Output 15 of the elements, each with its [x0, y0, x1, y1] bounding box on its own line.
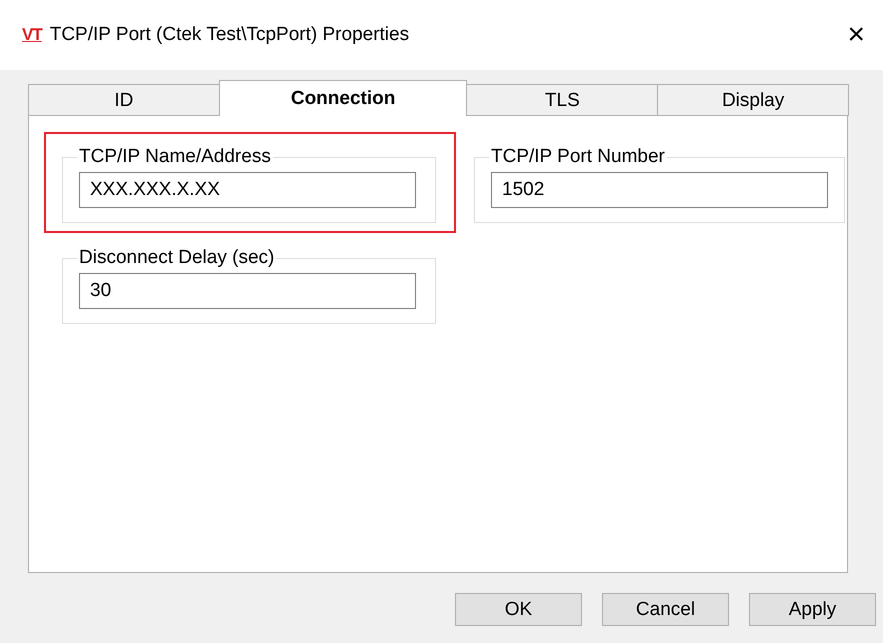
- dialog-button[interactable]: Apply: [749, 593, 876, 626]
- dialog-button[interactable]: Cancel: [602, 593, 729, 626]
- tab[interactable]: Connection: [218, 80, 468, 116]
- dialog-button[interactable]: OK: [455, 593, 582, 626]
- close-button[interactable]: ×: [843, 20, 869, 50]
- group-label: TCP/IP Name/Address: [78, 146, 272, 168]
- app-logo: VT: [22, 25, 42, 45]
- text-field[interactable]: XXX.XXX.X.XX: [79, 172, 416, 208]
- window-title: TCP/IP Port (Ctek Test\TcpPort) Properties: [50, 24, 410, 46]
- group-label: TCP/IP Port Number: [490, 146, 666, 168]
- text-field[interactable]: 1502: [491, 172, 828, 208]
- tab[interactable]: Display: [657, 84, 849, 116]
- tab[interactable]: ID: [28, 84, 220, 116]
- group-label: Disconnect Delay (sec): [78, 247, 276, 269]
- text-field[interactable]: 30: [79, 273, 416, 309]
